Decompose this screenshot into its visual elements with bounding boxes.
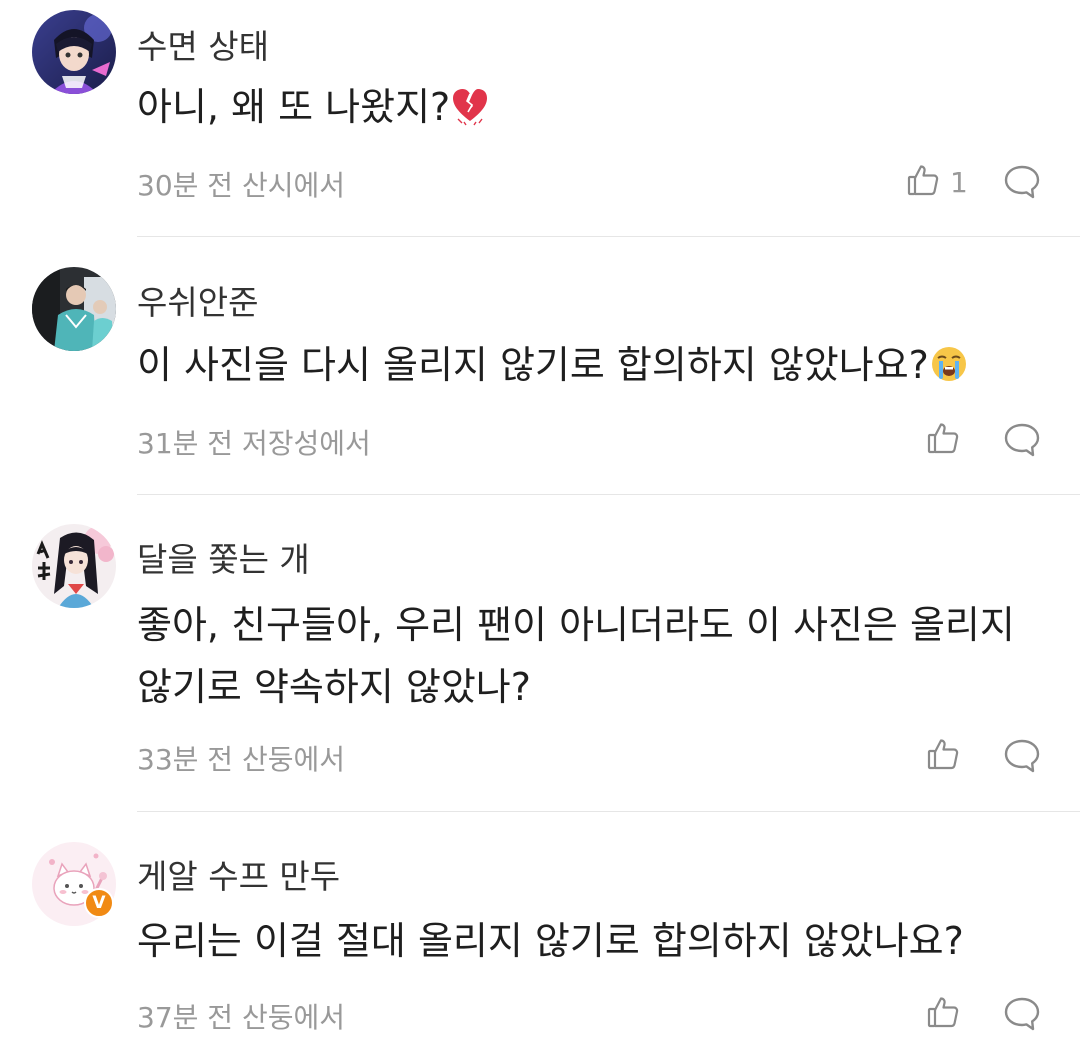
verified-badge-icon: V (84, 888, 114, 918)
speech-bubble-icon (1002, 997, 1042, 1038)
loudly-crying-face-emoji-icon (929, 340, 969, 402)
reply-button[interactable] (1002, 162, 1042, 202)
reply-button[interactable] (1002, 420, 1042, 460)
divider (137, 236, 1080, 237)
comment-text: 이 사진을 다시 올리지 않기로 합의하지 않았나요? (137, 334, 1057, 402)
comment-text-body: 이 사진을 다시 올리지 않기로 합의하지 않았나요? (137, 343, 929, 387)
like-button[interactable] (926, 992, 970, 1036)
reply-button[interactable] (1002, 736, 1042, 776)
thumbs-up-icon (926, 995, 960, 1033)
comment-meta: 30분 전 산시에서 (137, 169, 345, 202)
comment-text: 좋아, 친구들아, 우리 팬이 아니더라도 이 사진은 올리지 않기로 약속하지… (137, 603, 1015, 709)
avatar[interactable] (32, 267, 116, 351)
comment-username[interactable]: 게알 수프 만두 (137, 850, 340, 898)
comment-meta: 31분 전 저장성에서 (137, 427, 371, 460)
avatar[interactable] (32, 10, 116, 94)
like-button[interactable]: 1 (906, 160, 968, 204)
comment-text: 아니, 왜 또 나왔지? (137, 76, 1057, 144)
thumbs-up-icon (906, 163, 940, 201)
speech-bubble-icon (1002, 423, 1042, 464)
thumbs-up-icon (926, 421, 960, 459)
comment-text: 우리는 이걸 절대 올리지 않기로 합의하지 않았나요? (137, 919, 964, 963)
avatar[interactable] (32, 524, 116, 608)
divider (137, 494, 1080, 495)
like-button[interactable] (926, 418, 970, 462)
speech-bubble-icon (1002, 165, 1042, 206)
like-count: 1 (950, 165, 968, 199)
like-button[interactable] (926, 734, 970, 778)
speech-bubble-icon (1002, 739, 1042, 780)
comment-username[interactable]: 달을 쫓는 개 (137, 533, 310, 581)
thumbs-up-icon (926, 737, 960, 775)
divider (137, 811, 1080, 812)
comment-username[interactable]: 우쉬안준 (137, 276, 258, 324)
reply-button[interactable] (1002, 994, 1042, 1034)
comment-meta: 37분 전 산둥에서 (137, 1001, 345, 1034)
broken-heart-emoji-icon (450, 82, 490, 144)
comment-meta: 33분 전 산둥에서 (137, 743, 345, 776)
comment-username[interactable]: 수면 상태 (137, 20, 269, 68)
comment-text-body: 아니, 왜 또 나왔지? (137, 85, 451, 129)
